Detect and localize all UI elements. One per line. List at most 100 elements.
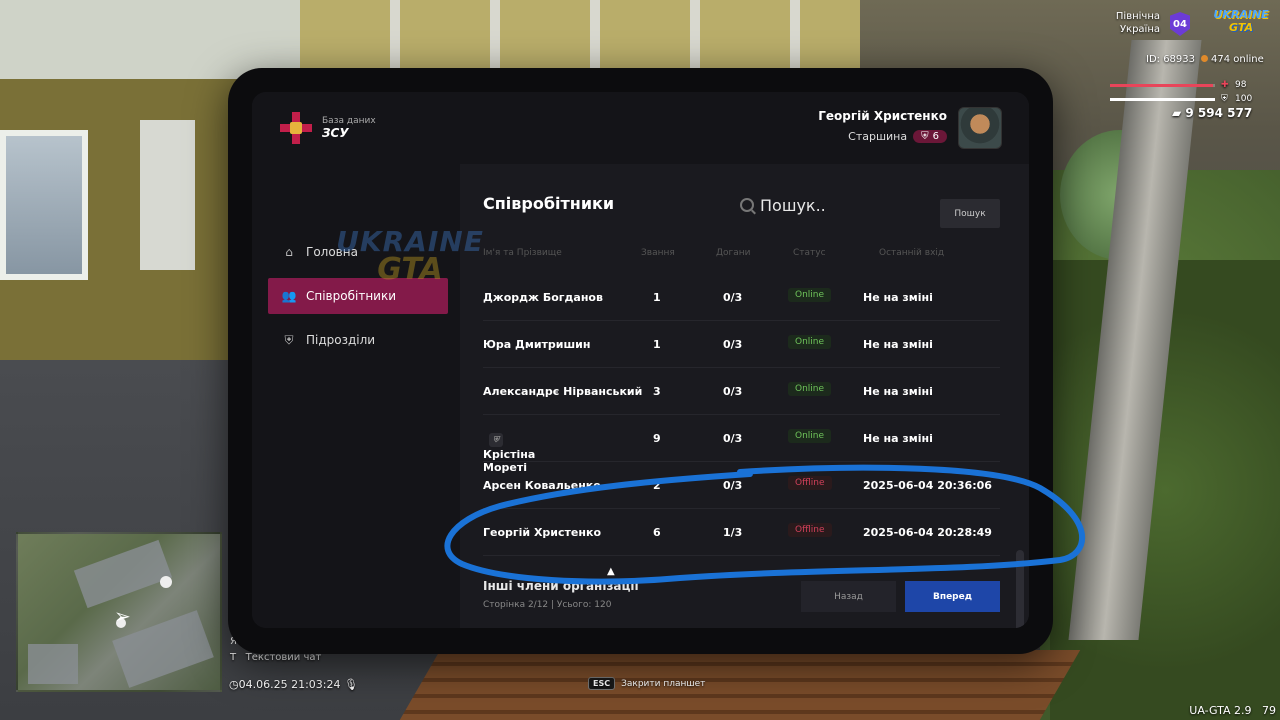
background-building-top: [300, 0, 860, 70]
cell-warnings: 0/3: [723, 291, 743, 304]
hud-player-info: ID: 68933 474 online: [1146, 54, 1264, 65]
cell-warnings: 0/3: [723, 479, 743, 492]
status-badge: Offline: [788, 476, 832, 490]
cell-name: Крістіна Мореті ⛨: [483, 432, 535, 474]
next-button[interactable]: Вперед: [905, 581, 1000, 612]
cell-rank: 1: [653, 291, 661, 304]
sidebar-item-label: Співробітники: [306, 289, 397, 303]
user-name: Георгій Христенко: [818, 109, 947, 123]
sidebar-item-employees[interactable]: 👥 Співробітники: [268, 278, 448, 314]
brand: База даних ЗСУ: [280, 112, 376, 144]
cell-warnings: 0/3: [723, 338, 743, 351]
shield-icon: ⛨: [284, 332, 294, 347]
table-row[interactable]: Юра Дмитришин 1 0/3 Online Не на зміні: [483, 322, 1000, 368]
column-header-status: Статус: [793, 248, 826, 258]
armor-value: 100: [1235, 94, 1253, 104]
health-bar: [1110, 84, 1215, 87]
online-count: 474 online: [1211, 54, 1264, 65]
back-button[interactable]: Назад: [801, 581, 896, 612]
cell-rank: 6: [653, 526, 661, 539]
pagination-info: Сторінка 2/12 | Усього: 120: [483, 600, 612, 610]
status-badge: Online: [788, 288, 832, 302]
sidebar-item-home[interactable]: ⌂ Головна: [268, 234, 448, 270]
hud-region-line2: Україна: [1119, 24, 1160, 35]
home-icon: ⌂: [285, 245, 293, 259]
background-window: [0, 130, 88, 280]
rank-shield-icon: ⛨: [921, 131, 929, 142]
server-logo: UKRAINE GTA: [1212, 8, 1270, 40]
search-input[interactable]: [760, 195, 920, 215]
other-members-link[interactable]: Інші члени організації: [483, 579, 639, 593]
cell-last-login: Не на зміні: [863, 291, 933, 304]
sidebar-item-units[interactable]: ⛨ Підрозділи: [268, 322, 448, 358]
money-value: 9 594 577: [1185, 106, 1253, 120]
table-row[interactable]: Арсен Ковальенко 2 0/3 Offline 2025-06-0…: [483, 463, 1000, 509]
esc-key: ESC: [588, 677, 616, 690]
player-id: ID: 68933: [1146, 54, 1196, 65]
cell-warnings: 1/3: [723, 526, 743, 539]
rank-level-badge: ⛨ 6: [913, 130, 947, 143]
health-bar-fill: [1110, 84, 1213, 87]
brand-subtitle: База даних: [322, 116, 376, 126]
minimap-block: [28, 644, 78, 684]
hud-region-line1: Північна: [1115, 11, 1160, 22]
cell-name: Георгій Христенко: [483, 526, 601, 539]
armor-bar: [1110, 98, 1215, 101]
cell-last-login: Не на зміні: [863, 432, 933, 445]
minimap: ➢: [16, 532, 222, 692]
rank-level: 6: [932, 131, 939, 142]
online-dot-icon: [1201, 55, 1209, 62]
status-badge: Online: [788, 429, 832, 443]
brand-title: ЗСУ: [322, 126, 349, 140]
hud-money: ▰ 9 594 577: [1172, 106, 1252, 120]
cell-rank: 9: [653, 432, 661, 445]
cell-warnings: 0/3: [723, 385, 743, 398]
esc-label: Закрити планшет: [621, 678, 706, 689]
avatar[interactable]: [958, 107, 1002, 149]
scrollbar[interactable]: [1016, 550, 1024, 628]
search-icon: [740, 198, 754, 212]
chat-key: T: [230, 652, 237, 663]
server-logo-line2: GTA: [1229, 21, 1253, 34]
tablet-screen: База даних ЗСУ Георгій Христенко Старшин…: [252, 92, 1029, 628]
people-icon: 👥: [281, 289, 297, 303]
search-box: [740, 194, 930, 216]
minimap-marker-icon: [160, 576, 172, 588]
cell-name: Юра Дмитришин: [483, 338, 591, 351]
cell-last-login: Не на зміні: [863, 385, 933, 398]
table-header: Ім'я та Прізвище Звання Догани Статус Ос…: [483, 248, 1003, 262]
cell-rank: 1: [653, 338, 661, 351]
cell-name: Арсен Ковальенко: [483, 479, 601, 492]
status-badge: Online: [788, 382, 832, 396]
table-row[interactable]: Георгій Христенко 6 1/3 Offline 2025-06-…: [483, 510, 1000, 556]
user-rank: Старшина ⛨ 6: [848, 130, 947, 143]
column-header-rank: Звання: [641, 248, 675, 258]
cell-warnings: 0/3: [723, 432, 743, 445]
esc-hint: ESC Закрити планшет: [588, 677, 705, 690]
version-label: UA-GTA 2.9: [1189, 704, 1252, 717]
player-arrow-icon: ➢: [114, 604, 131, 628]
cell-last-login: 2025-06-04 20:28:49: [863, 526, 992, 539]
background-pillar: [140, 120, 195, 270]
region-badge-icon: 04: [1170, 12, 1190, 36]
hud-datetime: ◷04.06.25 21:03:24 🎙: [229, 678, 358, 691]
cell-rank: 2: [653, 479, 661, 492]
mouse-cursor-icon: ▲: [607, 566, 615, 577]
sidebar: ⌂ Головна 👥 Співробітники ⛨ Підрозділи: [252, 164, 460, 628]
table-row[interactable]: Александрє Нірванський 3 0/3 Online Не н…: [483, 369, 1000, 415]
main-content: Співробітники Пошук Ім'я та Прізвище Зва…: [460, 164, 1029, 628]
table-row[interactable]: Джордж Богданов 1 0/3 Online Не на зміні: [483, 275, 1000, 321]
page-title: Співробітники: [483, 194, 615, 213]
column-header-warnings: Догани: [716, 248, 751, 258]
cell-rank: 3: [653, 385, 661, 398]
cell-name: Александрє Нірванський: [483, 385, 643, 398]
table-row[interactable]: Крістіна Мореті ⛨ 9 0/3 Online Не на змін…: [483, 416, 1000, 474]
money-icon: ▰: [1172, 106, 1186, 120]
shield-icon: ⛨: [489, 433, 503, 447]
server-logo-line1: UKRAINE: [1213, 8, 1269, 21]
minimap-block: [73, 539, 173, 609]
clock-icon: ◷: [229, 678, 239, 691]
user-rank-title: Старшина: [848, 130, 908, 143]
search-button[interactable]: Пошук: [940, 199, 1000, 228]
health-icon: ✚: [1221, 80, 1229, 90]
